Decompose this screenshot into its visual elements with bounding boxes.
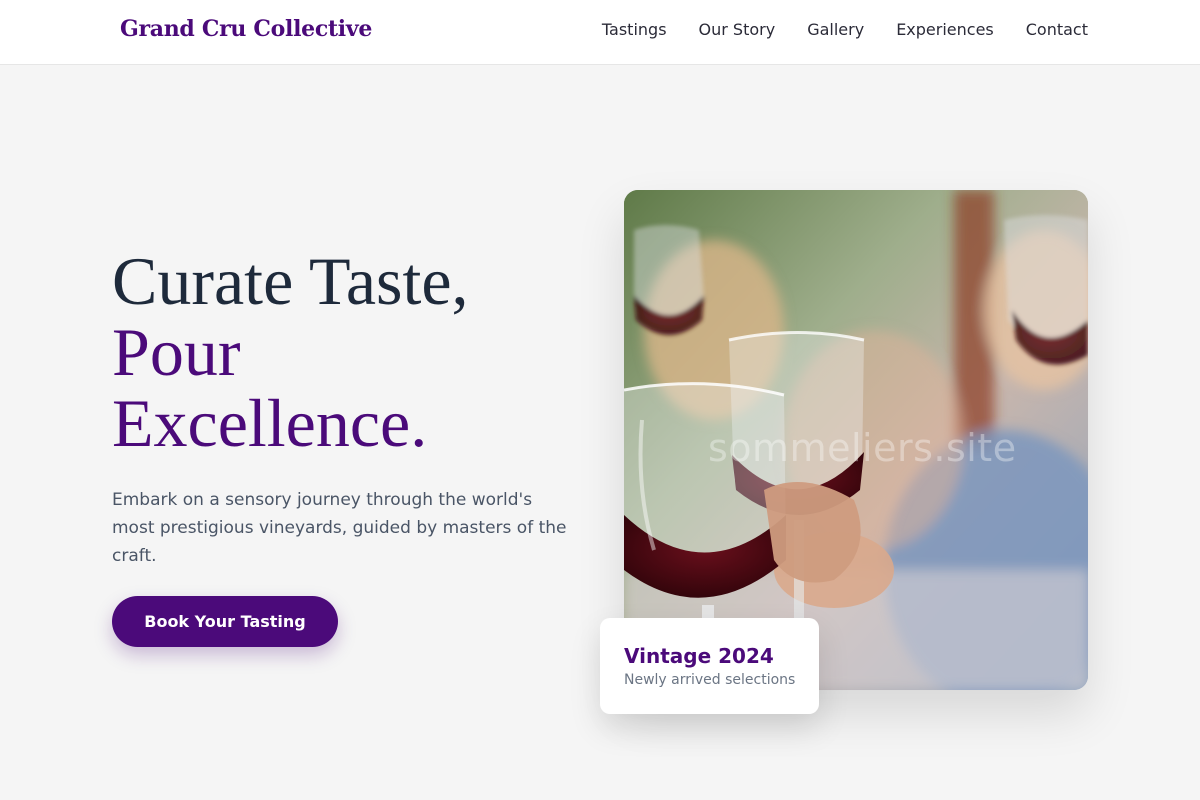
nav-our-story[interactable]: Our Story [699,20,776,39]
hero-headline: Curate Taste, Pour Excellence. [112,246,592,459]
headline-line-1: Curate Taste, [112,243,469,319]
site-header: Grand Cru Collective Tastings Our Story … [0,0,1200,65]
nav-experiences[interactable]: Experiences [896,20,994,39]
vintage-badge-card: Vintage 2024 Newly arrived selections [600,618,819,714]
headline-line-3: Excellence. [112,385,428,461]
nav-tastings[interactable]: Tastings [602,20,667,39]
watermark-text: sommeliers.site [708,426,1017,470]
main-nav: Tastings Our Story Gallery Experiences C… [602,20,1088,39]
vintage-title: Vintage 2024 [624,644,774,668]
book-tasting-button[interactable]: Book Your Tasting [112,596,338,647]
nav-contact[interactable]: Contact [1026,20,1088,39]
headline-line-2: Pour [112,314,241,390]
vintage-subtitle: Newly arrived selections [624,672,796,688]
hero-subtext: Embark on a sensory journey through the … [112,490,567,566]
nav-gallery[interactable]: Gallery [807,20,864,39]
brand-logo[interactable]: Grand Cru Collective [120,16,372,42]
